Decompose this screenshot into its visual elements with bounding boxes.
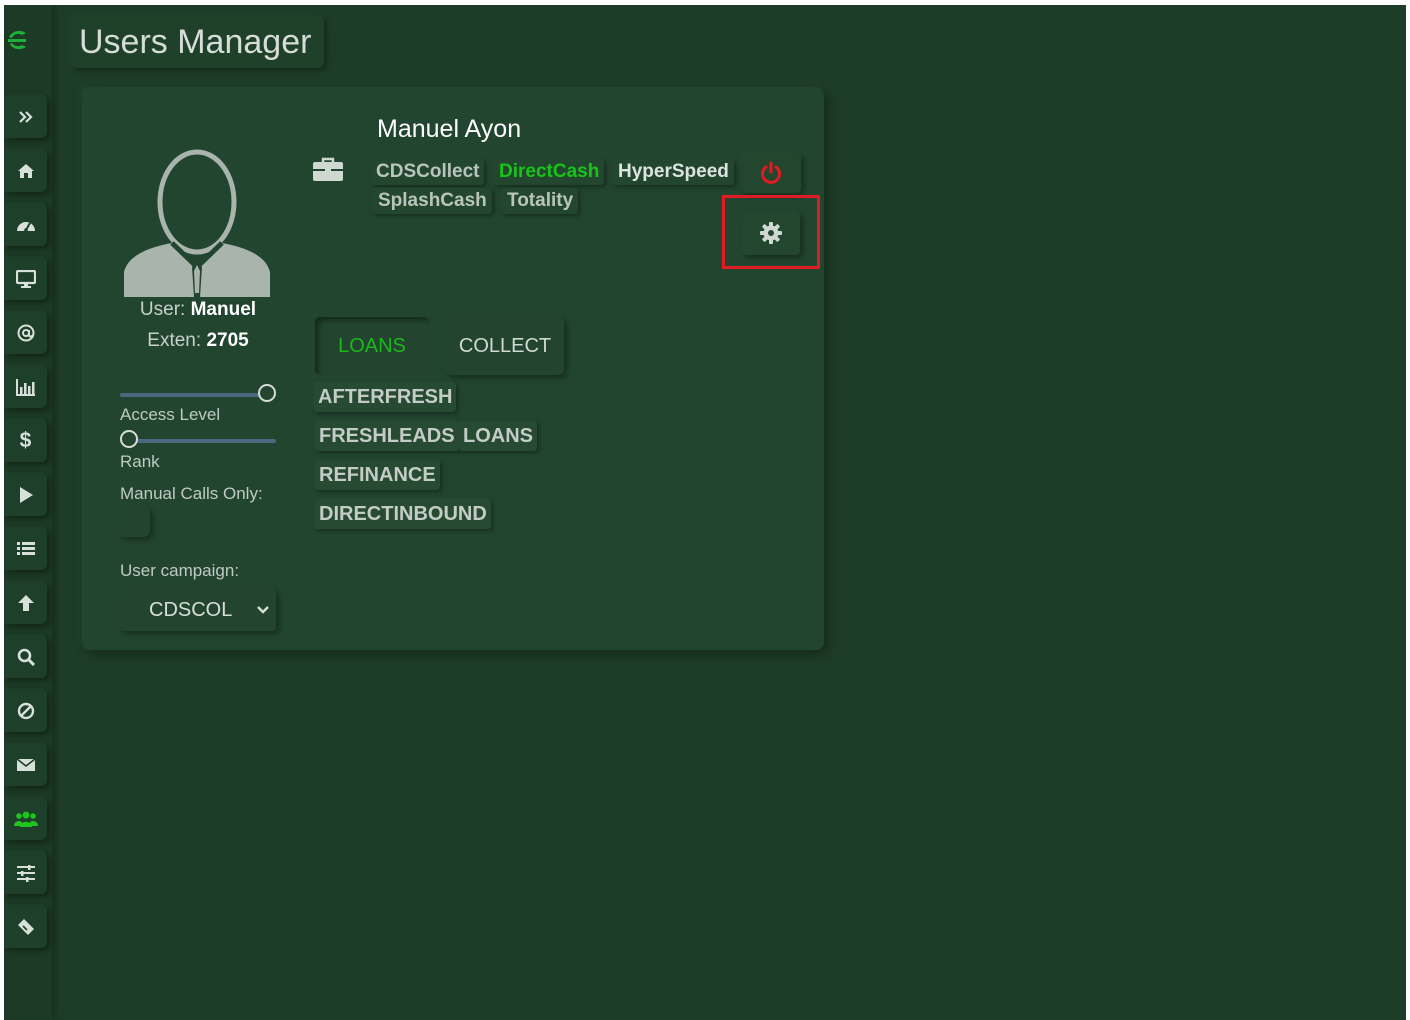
chevrons-right-icon xyxy=(18,110,33,123)
bar-chart-icon xyxy=(15,378,35,396)
sidebar-item-mail[interactable] xyxy=(4,743,47,786)
sidebar-item-search[interactable] xyxy=(4,635,47,678)
campaign-chip-cdscollect[interactable]: CDSCollect xyxy=(371,159,485,185)
settings-highlight-box xyxy=(722,195,820,269)
list-chip-freshleads[interactable]: FRESHLEADS xyxy=(315,421,459,451)
chevron-down-icon xyxy=(256,589,270,647)
access-level-label: Access Level xyxy=(120,405,221,424)
page-title: Users Manager xyxy=(71,16,324,68)
app-logo-icon xyxy=(8,30,26,50)
manual-calls-label: Manual Calls Only: xyxy=(120,484,263,503)
campaign-chip-directcash[interactable]: DirectCash xyxy=(494,159,605,185)
access-level-slider[interactable] xyxy=(120,384,276,402)
campaign-select-value: CDSCOL xyxy=(149,599,233,621)
list-chip-loans[interactable]: LOANS xyxy=(459,421,537,451)
sidebar-item-home[interactable] xyxy=(4,149,47,192)
user-label: User: xyxy=(139,299,186,320)
campaign-chip-splashcash[interactable]: SplashCash xyxy=(373,188,492,214)
manual-calls-toggle[interactable] xyxy=(120,507,150,537)
power-button[interactable] xyxy=(741,153,801,193)
power-icon xyxy=(761,161,781,184)
users-icon xyxy=(13,811,38,827)
briefcase-icon xyxy=(313,157,343,181)
sidebar: $ xyxy=(4,5,52,1020)
user-full-name: Manuel Ayon xyxy=(377,115,522,143)
search-icon xyxy=(17,648,35,666)
sidebar-item-list[interactable] xyxy=(4,527,47,570)
home-icon xyxy=(17,163,34,178)
user-value: Manuel xyxy=(190,299,257,320)
sidebar-item-reports[interactable] xyxy=(4,365,47,408)
tab-collect[interactable]: COLLECT xyxy=(446,317,564,375)
sidebar-item-email-at[interactable] xyxy=(4,311,47,354)
exten-label: Exten: xyxy=(147,330,202,351)
campaign-label: User campaign: xyxy=(120,561,240,580)
sliders-icon xyxy=(16,864,35,882)
dollar-icon: $ xyxy=(19,428,32,452)
campaign-chip-hyperspeed[interactable]: HyperSpeed xyxy=(613,159,734,185)
at-icon xyxy=(17,324,34,341)
monitor-icon xyxy=(15,269,36,288)
list-chip-refinance[interactable]: REFINANCE xyxy=(315,460,440,490)
sidebar-item-monitor[interactable] xyxy=(4,257,47,300)
rank-label: Rank xyxy=(120,452,160,471)
dashboard-icon xyxy=(16,221,35,232)
rank-slider-knob[interactable] xyxy=(120,430,138,448)
arrow-up-icon xyxy=(17,594,34,611)
ban-icon xyxy=(17,702,34,719)
exten-value: 2705 xyxy=(206,330,249,351)
sidebar-item-dashboard[interactable] xyxy=(4,203,47,246)
sidebar-item-expand[interactable] xyxy=(4,95,47,138)
sidebar-item-billing[interactable]: $ xyxy=(4,419,47,462)
exten-line: Exten: 2705 xyxy=(82,330,314,352)
play-icon xyxy=(19,486,33,503)
list-chip-afterfresh[interactable]: AFTERFRESH xyxy=(314,382,457,412)
envelope-icon xyxy=(16,757,35,771)
sidebar-item-tickets[interactable] xyxy=(4,905,47,948)
user-line: User: Manuel xyxy=(82,299,314,321)
sidebar-item-upload[interactable] xyxy=(4,581,47,624)
rank-slider[interactable] xyxy=(120,430,276,448)
app-frame: $ Users Manager User: Manuel Exten: 2705… xyxy=(4,5,1406,1020)
sidebar-item-block[interactable] xyxy=(4,689,47,732)
campaign-chip-totality[interactable]: Totality xyxy=(502,188,579,214)
sidebar-item-users[interactable] xyxy=(4,797,47,840)
sidebar-item-settings[interactable] xyxy=(4,851,47,894)
tab-loans[interactable]: LOANS xyxy=(315,317,429,375)
campaign-select[interactable]: CDSCOL xyxy=(120,589,276,631)
ticket-icon xyxy=(17,918,34,935)
user-card: User: Manuel Exten: 2705 Access Level Ra… xyxy=(82,87,824,650)
user-avatar-icon xyxy=(124,149,270,297)
list-icon xyxy=(16,541,35,555)
sidebar-item-play[interactable] xyxy=(4,473,47,516)
list-chip-directinbound[interactable]: DIRECTINBOUND xyxy=(315,499,491,529)
access-level-slider-knob[interactable] xyxy=(258,384,276,402)
